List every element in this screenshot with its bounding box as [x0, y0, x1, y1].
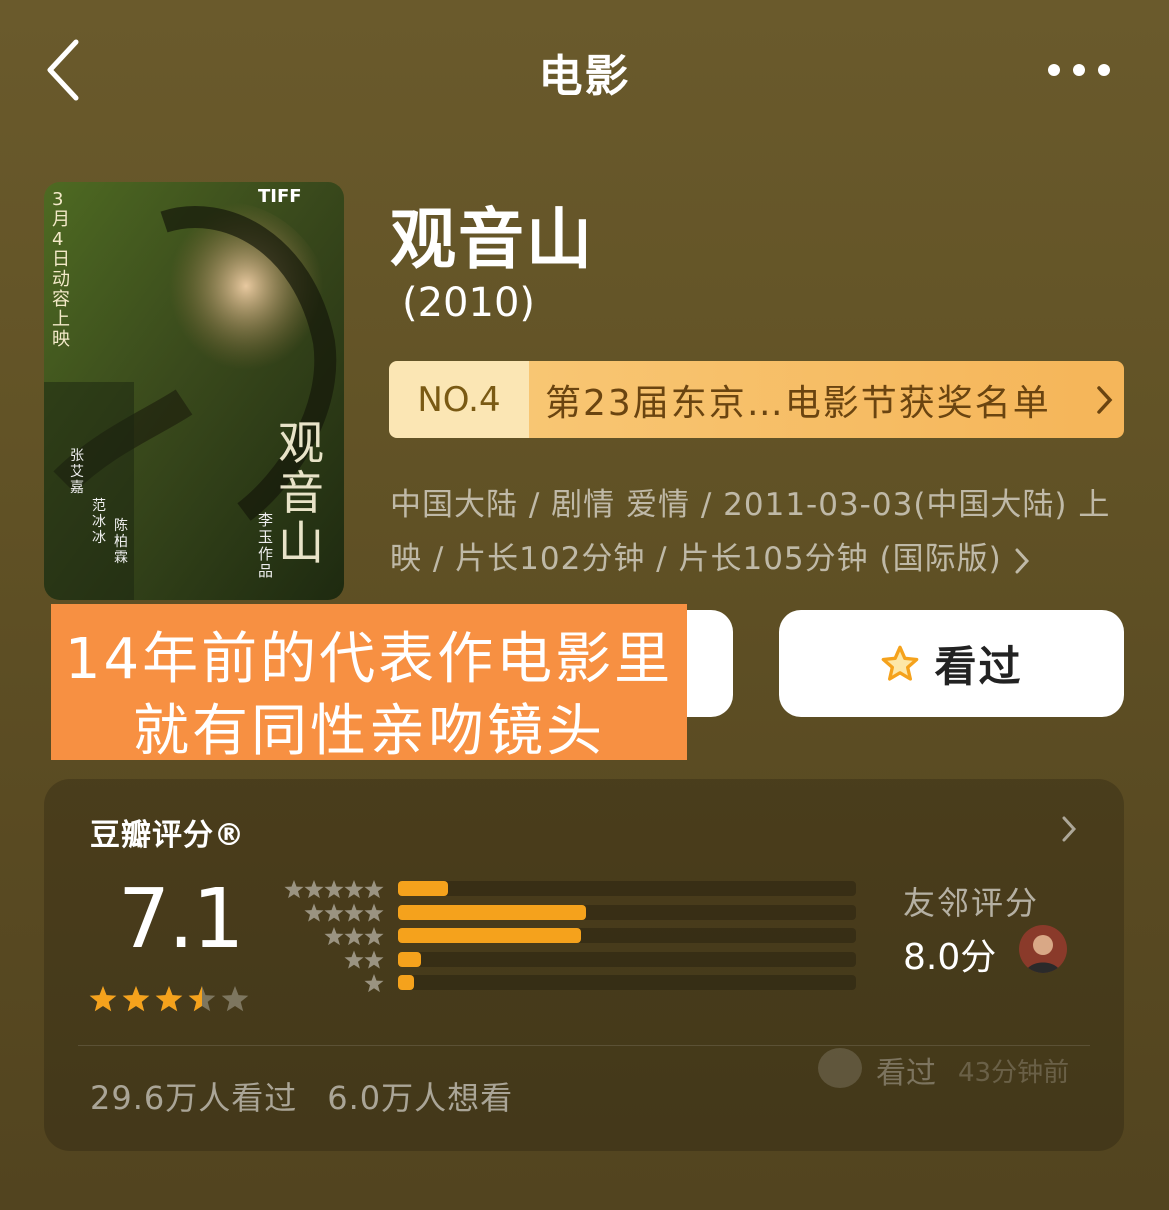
- poster-release-note: 3月4日动容上映: [52, 189, 70, 350]
- overlay-caption: 14年前的代表作电影里 就有同性亲吻镜头: [51, 604, 687, 764]
- movie-meta-line2: 映 / 片长102分钟 / 片长105分钟 (国际版): [390, 541, 1002, 577]
- star-empty: [221, 986, 249, 1012]
- divider: [78, 1045, 1090, 1046]
- movie-meta-line2-wrap: 映 / 片长102分钟 / 片长105分钟 (国际版): [390, 532, 1130, 586]
- distribution-star: [324, 880, 344, 899]
- poster-cast-item: 张艾嘉: [70, 448, 84, 496]
- rating-stars: [88, 984, 258, 1020]
- distribution-star: [364, 880, 384, 899]
- seen-button[interactable]: 看过: [779, 610, 1124, 717]
- caption-line2: 就有同性亲吻镜头: [133, 699, 605, 764]
- distribution-star: [324, 927, 344, 946]
- distribution-bar-track: [398, 881, 856, 896]
- poster-festival-logo: TIFF: [258, 186, 302, 207]
- distribution-star: [284, 880, 304, 899]
- rating-score: 7.1: [118, 872, 244, 967]
- distribution-bar-4-star: [398, 904, 586, 920]
- caption-line1: 14年前的代表作电影里: [64, 627, 674, 692]
- poster-title-art: 观音山: [278, 416, 324, 570]
- more-button[interactable]: [1044, 58, 1114, 82]
- poster-cast-item: 陈柏霖: [114, 518, 128, 566]
- star-outline-icon: [882, 645, 919, 681]
- distribution-stars-icon: [284, 880, 384, 993]
- page-title: 电影: [538, 51, 631, 102]
- friend-rating-label: 友邻评分: [903, 884, 1040, 922]
- distribution-bar-track: [398, 951, 856, 967]
- star-filled: [155, 986, 183, 1012]
- poster-cast: 张艾嘉 范冰冰 陈柏霖: [70, 448, 130, 566]
- movie-year: (2010): [402, 280, 536, 326]
- distribution-star: [364, 950, 384, 969]
- star-filled: [122, 986, 150, 1012]
- distribution-star: [344, 950, 364, 969]
- distribution-star: [364, 974, 384, 993]
- ranking-banner[interactable]: NO.4 第23届东京…电影节获奖名单: [389, 361, 1124, 438]
- more-dots-icon: [1048, 64, 1110, 76]
- movie-meta[interactable]: 中国大陆 / 剧情 爱情 / 2011-03-03(中国大陆) 上 映 / 片长…: [390, 478, 1130, 586]
- seen-count: 29.6万人看过: [90, 1079, 298, 1117]
- ranking-number: NO.4: [389, 361, 529, 438]
- rating-title: 豆瓣评分®: [90, 818, 245, 853]
- distribution-star: [344, 880, 364, 899]
- distribution-bar-3-star: [398, 928, 581, 943]
- distribution-star: [304, 880, 324, 899]
- distribution-bar-track: [398, 928, 856, 943]
- rating-detail-button[interactable]: [1060, 814, 1078, 848]
- distribution-bar-1-star: [398, 975, 414, 990]
- star-filled: [89, 986, 117, 1012]
- distribution-star: [364, 927, 384, 946]
- chevron-right-icon: [1015, 548, 1029, 573]
- distribution-star: [304, 903, 324, 922]
- friend-rating-score: 8.0分: [903, 937, 997, 978]
- distribution-star: [344, 927, 364, 946]
- want-count: 6.0万人想看: [327, 1079, 514, 1117]
- distribution-star: [324, 903, 344, 922]
- poster-director-credit: 李玉作品: [258, 511, 274, 580]
- activity-action: 看过: [876, 1056, 936, 1091]
- rating-stars-icon: [89, 986, 249, 1012]
- activity-time: 43分钟前: [958, 1058, 1070, 1088]
- distribution-bar-track: [398, 904, 856, 920]
- distribution-bar-track: [398, 975, 856, 990]
- seen-button-label: 看过: [934, 642, 1023, 691]
- distribution-star: [364, 903, 384, 922]
- rating-stats[interactable]: 29.6万人看过 6.0万人想看: [90, 1073, 513, 1119]
- distribution-star: [344, 903, 364, 922]
- distribution-bar-5-star: [398, 881, 448, 896]
- chevron-right-icon: [1062, 816, 1077, 842]
- movie-poster[interactable]: 3月4日动容上映 TIFF 观音山 张艾嘉 范冰冰 陈柏霖 李玉作品: [44, 182, 344, 600]
- ranking-text: 第23届东京…电影节获奖名单: [529, 361, 1084, 438]
- movie-title: 观音山: [390, 201, 594, 278]
- poster-cast-item: 范冰冰: [92, 498, 106, 546]
- distribution-bar-2-star: [398, 951, 421, 967]
- activity-avatar: [818, 1048, 862, 1088]
- distribution-star-labels: [276, 880, 386, 1004]
- chevron-right-icon: [1084, 361, 1124, 438]
- avatar[interactable]: [1019, 925, 1067, 973]
- movie-meta-line1: 中国大陆 / 剧情 爱情 / 2011-03-03(中国大陆) 上: [390, 487, 1111, 523]
